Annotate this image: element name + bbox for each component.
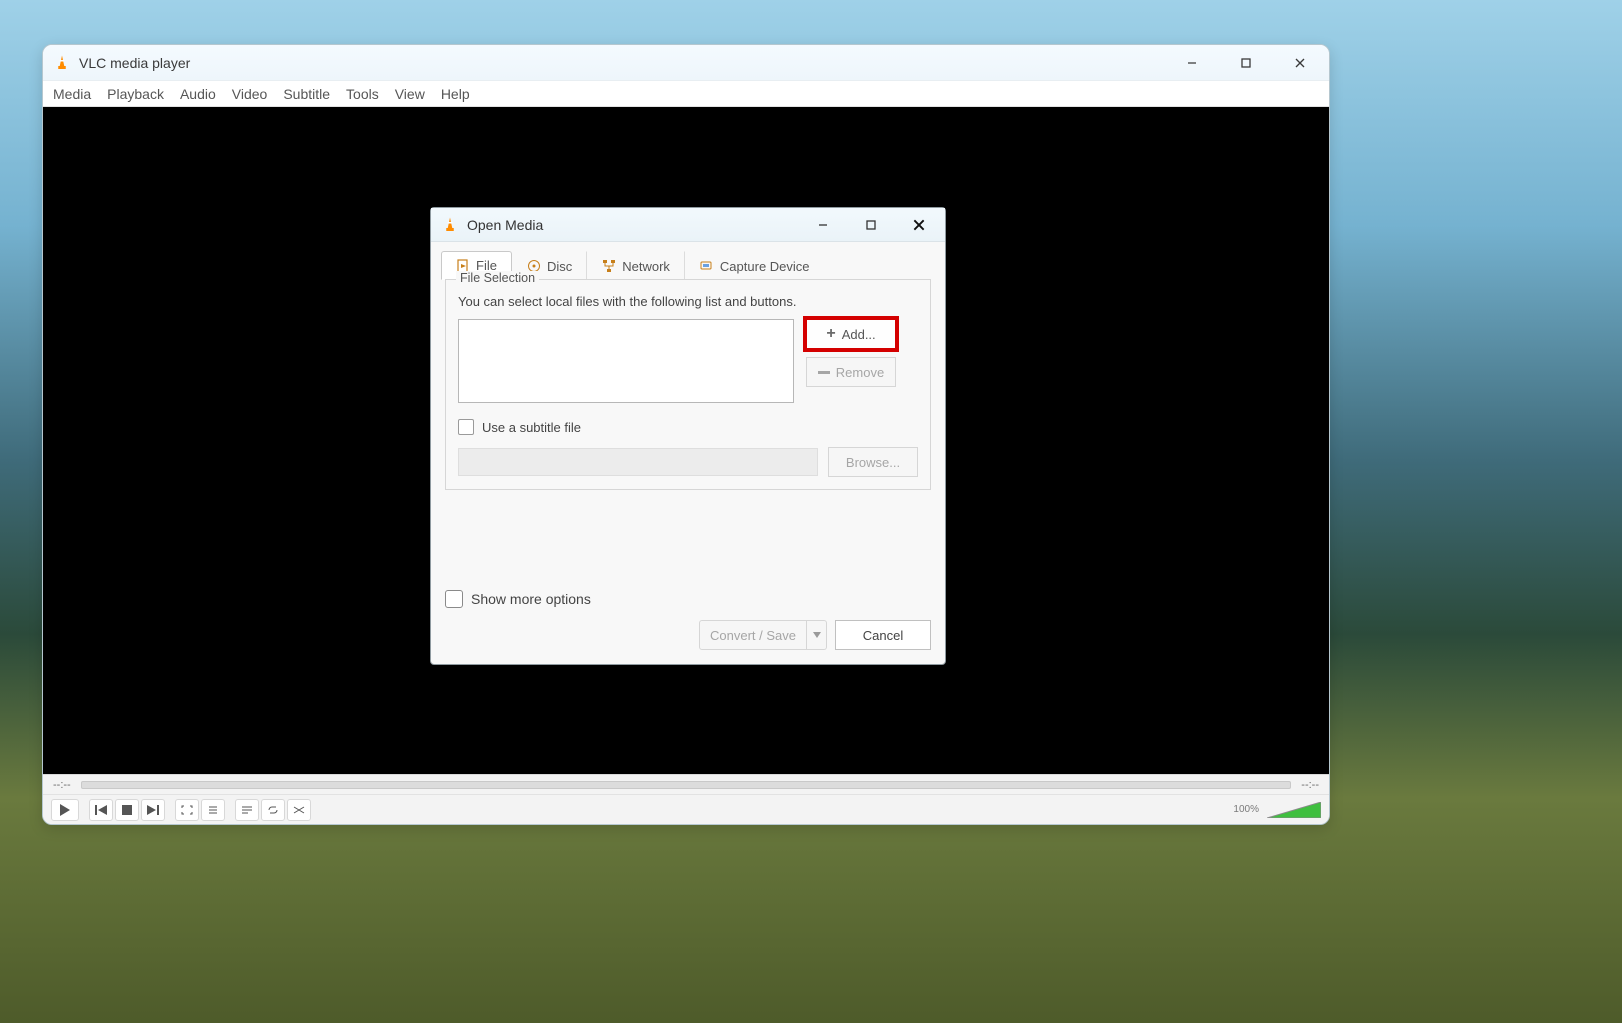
time-elapsed: --:-- bbox=[53, 779, 71, 791]
main-titlebar: VLC media player bbox=[43, 45, 1329, 81]
convert-save-dropdown[interactable] bbox=[807, 620, 827, 650]
stop-button[interactable] bbox=[115, 799, 139, 821]
browse-button[interactable]: Browse... bbox=[828, 447, 918, 477]
play-button[interactable] bbox=[51, 799, 79, 821]
remove-button[interactable]: Remove bbox=[806, 357, 896, 387]
controls-bar: 100% bbox=[43, 794, 1329, 824]
menu-media[interactable]: Media bbox=[53, 86, 91, 102]
ext-settings-button[interactable] bbox=[201, 799, 225, 821]
dialog-title: Open Media bbox=[467, 217, 543, 233]
subtitle-checkbox[interactable] bbox=[458, 419, 474, 435]
more-options-row: Show more options bbox=[431, 580, 945, 618]
file-list[interactable] bbox=[458, 319, 794, 403]
add-button-label: Add... bbox=[842, 327, 876, 342]
menu-playback[interactable]: Playback bbox=[107, 86, 164, 102]
seek-slider[interactable] bbox=[81, 781, 1292, 789]
menu-help[interactable]: Help bbox=[441, 86, 470, 102]
cancel-button[interactable]: Cancel bbox=[835, 620, 931, 650]
volume-label: 100% bbox=[1233, 804, 1259, 815]
tab-disc-label: Disc bbox=[547, 259, 572, 274]
subtitle-file-field bbox=[458, 448, 818, 476]
dialog-body: File Selection You can select local file… bbox=[431, 279, 945, 580]
tab-network[interactable]: Network bbox=[587, 251, 685, 280]
dialog-close-button[interactable] bbox=[899, 212, 939, 238]
capture-device-icon bbox=[700, 259, 714, 273]
loop-button[interactable] bbox=[261, 799, 285, 821]
convert-save-button[interactable]: Convert / Save bbox=[699, 620, 827, 650]
remove-button-label: Remove bbox=[836, 365, 884, 380]
dialog-titlebar: Open Media bbox=[431, 208, 945, 242]
cancel-button-label: Cancel bbox=[863, 628, 903, 643]
maximize-button[interactable] bbox=[1223, 48, 1269, 78]
shuffle-button[interactable] bbox=[287, 799, 311, 821]
playlist-button[interactable] bbox=[235, 799, 259, 821]
time-remaining: --:-- bbox=[1301, 779, 1319, 791]
minimize-button[interactable] bbox=[1169, 48, 1215, 78]
file-selection-legend: File Selection bbox=[456, 271, 539, 285]
volume-slider[interactable] bbox=[1267, 802, 1321, 818]
tab-network-label: Network bbox=[622, 259, 670, 274]
tab-capture[interactable]: Capture Device bbox=[685, 251, 824, 280]
next-button[interactable] bbox=[141, 799, 165, 821]
vlc-cone-icon bbox=[53, 54, 71, 72]
menubar: Media Playback Audio Video Subtitle Tool… bbox=[43, 81, 1329, 107]
file-selection-group: File Selection You can select local file… bbox=[445, 279, 931, 490]
dialog-footer: Convert / Save Cancel bbox=[431, 618, 945, 664]
subtitle-checkbox-label: Use a subtitle file bbox=[482, 420, 581, 435]
vlc-cone-icon bbox=[441, 216, 459, 234]
menu-tools[interactable]: Tools bbox=[346, 86, 379, 102]
add-button[interactable]: + Add... bbox=[806, 319, 896, 349]
more-options-label: Show more options bbox=[471, 591, 591, 607]
file-selection-hint: You can select local files with the foll… bbox=[458, 294, 918, 309]
main-title: VLC media player bbox=[79, 55, 190, 71]
convert-save-label: Convert / Save bbox=[710, 628, 796, 643]
plus-icon: + bbox=[826, 326, 835, 342]
tab-capture-label: Capture Device bbox=[720, 259, 810, 274]
dialog-maximize-button[interactable] bbox=[851, 212, 891, 238]
menu-video[interactable]: Video bbox=[232, 86, 268, 102]
menu-view[interactable]: View bbox=[395, 86, 425, 102]
fullscreen-button[interactable] bbox=[175, 799, 199, 821]
close-button[interactable] bbox=[1277, 48, 1323, 78]
minus-icon bbox=[818, 371, 830, 374]
timebar: --:-- --:-- bbox=[43, 774, 1329, 794]
browse-button-label: Browse... bbox=[846, 455, 900, 470]
dialog-minimize-button[interactable] bbox=[803, 212, 843, 238]
more-options-checkbox[interactable] bbox=[445, 590, 463, 608]
prev-button[interactable] bbox=[89, 799, 113, 821]
menu-audio[interactable]: Audio bbox=[180, 86, 216, 102]
open-media-dialog: Open Media File Disc Network Capture Dev… bbox=[430, 207, 946, 665]
menu-subtitle[interactable]: Subtitle bbox=[283, 86, 330, 102]
network-icon bbox=[602, 259, 616, 273]
